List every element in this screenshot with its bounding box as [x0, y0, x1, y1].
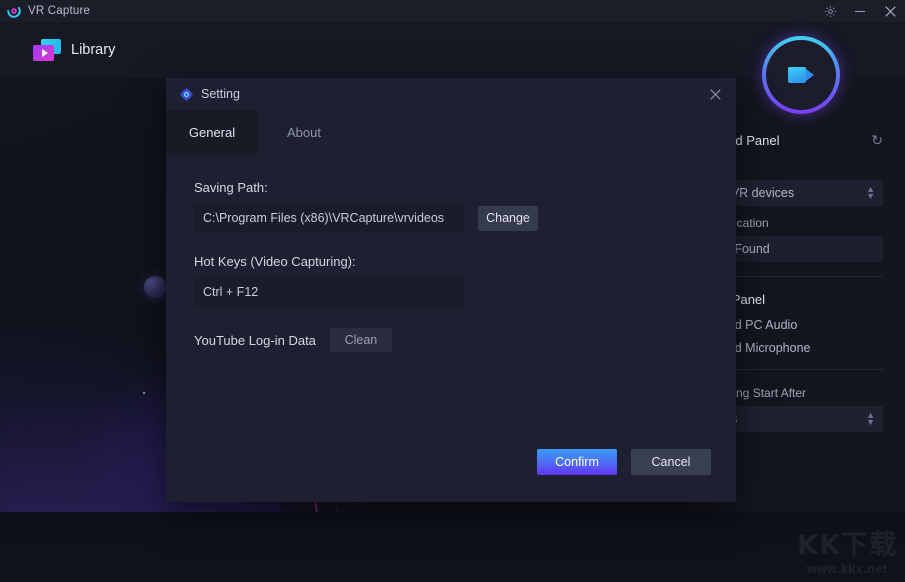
- background-planet: [144, 276, 166, 298]
- saving-path-input[interactable]: [194, 204, 464, 232]
- cancel-button[interactable]: Cancel: [631, 449, 711, 475]
- tab-about[interactable]: About: [258, 110, 350, 155]
- spinner-up-down-icon: ▲ ▼: [866, 409, 875, 427]
- dialog-title: Setting: [201, 87, 240, 101]
- window-title: VR Capture: [28, 5, 91, 17]
- dialog-body-general: Saving Path: Change Hot Keys (Video Capt…: [166, 155, 736, 502]
- settings-dialog: Setting General About Saving Path: C:\Pr…: [166, 78, 736, 502]
- minimize-icon: [855, 10, 865, 13]
- window-close-button[interactable]: [875, 0, 905, 22]
- sidebar-item-label: Library: [71, 42, 116, 58]
- close-icon: [884, 5, 896, 17]
- record-button-ring: [762, 36, 840, 114]
- vr-capture-window: VR Capture Library ...ected Panel ↻ ...o…: [0, 0, 905, 582]
- bottom-background: [0, 512, 905, 582]
- sidebar-item-library[interactable]: Library: [33, 39, 115, 61]
- gear-icon: [824, 5, 836, 17]
- settings-gear-button[interactable]: [815, 0, 845, 22]
- close-icon: [709, 88, 721, 100]
- tab-general-label: General: [188, 125, 236, 140]
- youtube-login-row: YouTube Log-in Data Clean: [194, 328, 736, 352]
- library-video-stack-icon: [33, 39, 61, 61]
- clean-youtube-data-button[interactable]: Clean: [329, 328, 392, 352]
- vr-capture-swirl-logo-icon: [7, 4, 21, 18]
- record-button[interactable]: [762, 36, 840, 114]
- confirm-button[interactable]: Confirm: [537, 449, 617, 475]
- dialog-title-bar: Setting: [166, 78, 736, 110]
- refresh-icon[interactable]: ↻: [871, 133, 883, 147]
- gear-icon: [180, 87, 193, 101]
- hotkeys-label: Hot Keys (Video Capturing):: [194, 254, 356, 269]
- minimize-button[interactable]: [845, 0, 875, 22]
- record-button-inner: [766, 40, 836, 110]
- video-camera-icon: [788, 67, 814, 83]
- title-bar: VR Capture: [0, 0, 905, 22]
- dialog-tabs: General About: [166, 110, 736, 155]
- saving-path-row: Change: [194, 204, 736, 232]
- dialog-close-button[interactable]: [702, 81, 728, 107]
- spinner-up-down-icon: ▲ ▼: [866, 183, 875, 201]
- tab-general[interactable]: General: [166, 110, 258, 155]
- youtube-login-label: YouTube Log-in Data: [194, 332, 316, 348]
- tab-about-label: About: [287, 125, 321, 140]
- saving-path-label: Saving Path:: [194, 180, 268, 195]
- dialog-footer: Confirm Cancel: [537, 449, 711, 475]
- hotkeys-row: [194, 278, 736, 306]
- change-path-button[interactable]: Change: [478, 205, 538, 231]
- hotkeys-input[interactable]: [194, 278, 464, 306]
